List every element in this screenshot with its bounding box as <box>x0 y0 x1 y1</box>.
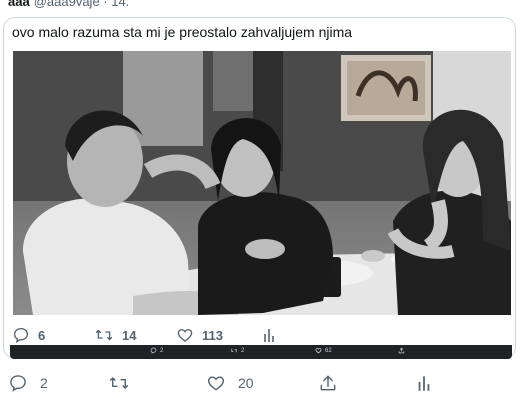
tweet-header: ааа @aaa9vaje · 14. <box>8 0 129 9</box>
tweet-actions: 2 20 <box>0 370 525 398</box>
quote-like-action[interactable]: 113 <box>176 326 223 344</box>
like-action[interactable]: 20 <box>206 373 254 393</box>
heart-icon <box>207 376 225 391</box>
analytics-action[interactable] <box>416 373 432 393</box>
reply-icon <box>10 375 26 392</box>
handle-and-time[interactable]: @aaa9vaje · 14. <box>34 0 130 9</box>
share-icon <box>398 347 405 354</box>
display-name[interactable]: ааа <box>8 0 30 9</box>
reply-icon <box>13 327 29 343</box>
quote-retweet-count: 14 <box>122 327 137 343</box>
analytics-icon <box>264 329 274 342</box>
analytics-icon <box>418 376 430 391</box>
strip-like-count: 62 <box>325 347 332 354</box>
strip-reply-count: 2 <box>160 347 164 354</box>
reply-count: 2 <box>40 375 48 391</box>
share-icon <box>320 375 336 391</box>
quote-analytics-action[interactable] <box>262 326 276 344</box>
nested-tweet-actions-strip: 2 2 62 <box>10 345 512 359</box>
retweet-icon <box>231 348 237 353</box>
strip-retweet-action[interactable]: 2 <box>230 347 244 354</box>
retweet-icon <box>109 377 129 389</box>
share-action[interactable] <box>318 373 338 393</box>
quote-reply-action[interactable]: 6 <box>12 326 45 344</box>
strip-share-action[interactable] <box>398 347 405 354</box>
quote-like-count: 113 <box>202 327 223 343</box>
tweet-view: ааа @aaa9vaje · 14. ovo malo razuma sta … <box>0 0 525 407</box>
strip-retweet-count: 2 <box>241 347 245 354</box>
reply-icon <box>150 347 157 354</box>
reply-action[interactable]: 2 <box>8 373 48 393</box>
strip-like-action[interactable]: 62 <box>315 347 332 354</box>
photo-image <box>13 51 511 315</box>
quote-retweet-action[interactable]: 14 <box>94 326 136 344</box>
heart-icon <box>315 348 322 354</box>
retweet-icon <box>95 329 113 341</box>
quoted-tweet-text: ovo malo razuma sta mi je preostalo zahv… <box>12 24 353 40</box>
quoted-tweet-card[interactable]: ovo malo razuma sta mi je preostalo zahv… <box>3 17 516 359</box>
like-count: 20 <box>238 375 254 391</box>
retweet-action[interactable] <box>108 373 142 393</box>
heart-icon <box>177 329 193 342</box>
quoted-tweet-photo[interactable] <box>13 51 511 315</box>
quote-reply-count: 6 <box>38 327 46 343</box>
strip-reply-action[interactable]: 2 <box>150 347 163 354</box>
